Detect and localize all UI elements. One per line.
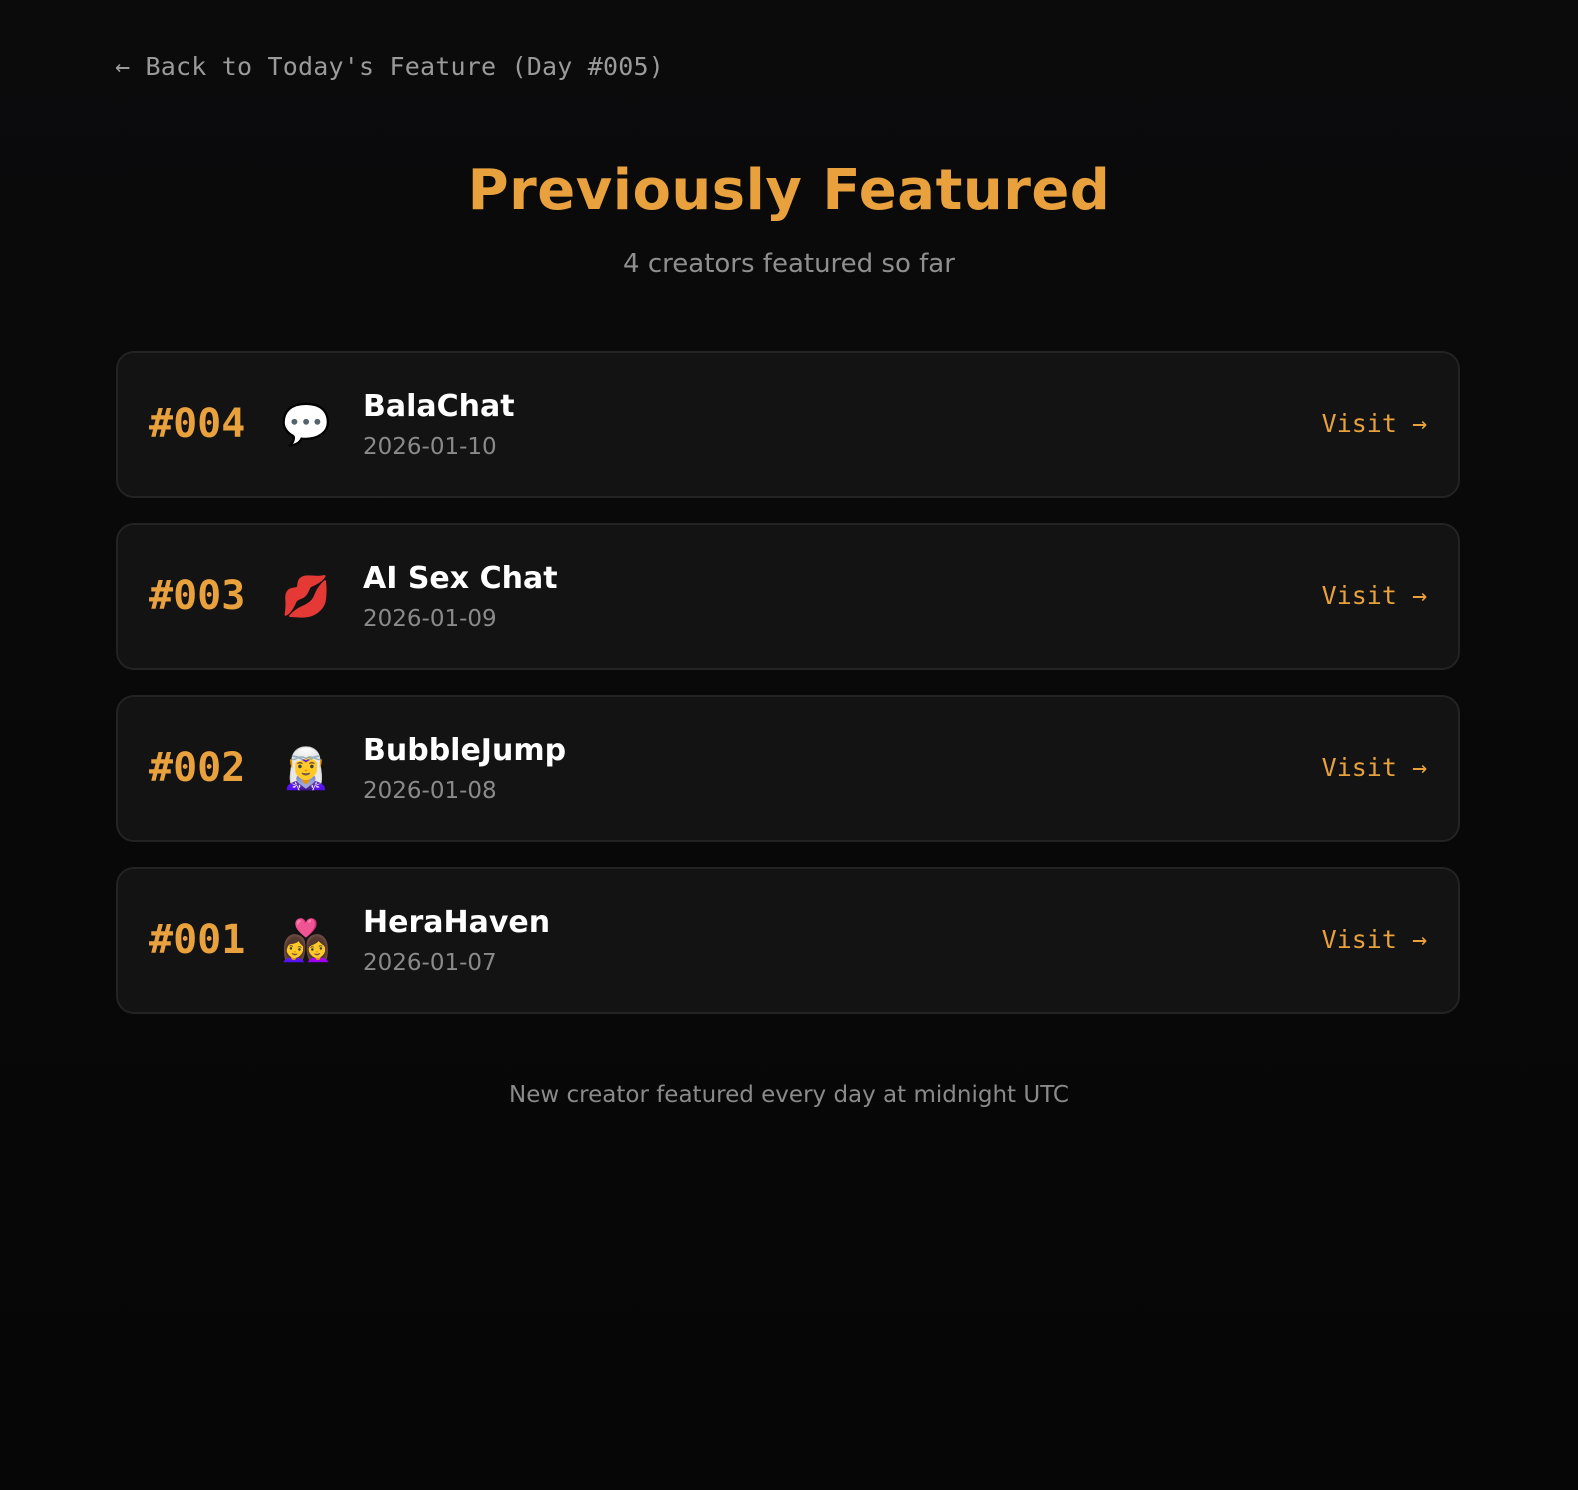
creator-card: #004 💬 BalaChat 2026-01-10 Visit → (116, 351, 1460, 498)
kiss-mark-icon: 💋 (281, 575, 331, 619)
creator-date: 2026-01-08 (363, 778, 497, 804)
visit-link[interactable]: Visit → (1322, 409, 1427, 439)
elf-icon: 🧝‍♀️ (281, 747, 331, 791)
page-subtitle: 4 creators featured so far (623, 249, 955, 279)
creator-number: #004 (149, 401, 246, 447)
creator-name: BalaChat (363, 389, 515, 424)
couple-with-heart-icon: 👩‍❤️‍👩 (281, 919, 331, 963)
creator-name: HeraHaven (363, 905, 551, 940)
creator-number: #003 (149, 573, 246, 619)
visit-link[interactable]: Visit → (1322, 925, 1427, 955)
creator-number: #002 (149, 745, 246, 791)
speech-bubble-icon: 💬 (281, 403, 331, 447)
creator-name: BubbleJump (363, 733, 567, 768)
creator-date: 2026-01-07 (363, 950, 497, 976)
creator-date: 2026-01-10 (363, 434, 497, 460)
creator-name: AI Sex Chat (363, 561, 558, 596)
creator-card: #001 👩‍❤️‍👩 HeraHaven 2026-01-07 Visit → (116, 867, 1460, 1014)
creator-card: #003 💋 AI Sex Chat 2026-01-09 Visit → (116, 523, 1460, 670)
featured-creators-list: #004 💬 BalaChat 2026-01-10 Visit → #003 … (116, 351, 1460, 1039)
creator-date: 2026-01-09 (363, 606, 497, 632)
page-title: Previously Featured (467, 158, 1111, 223)
footer-note: New creator featured every day at midnig… (509, 1082, 1069, 1108)
visit-link[interactable]: Visit → (1322, 581, 1427, 611)
back-to-todays-feature-link[interactable]: ← Back to Today's Feature (Day #005) (115, 52, 664, 81)
visit-link[interactable]: Visit → (1322, 753, 1427, 783)
creator-number: #001 (149, 917, 246, 963)
creator-card: #002 🧝‍♀️ BubbleJump 2026-01-08 Visit → (116, 695, 1460, 842)
